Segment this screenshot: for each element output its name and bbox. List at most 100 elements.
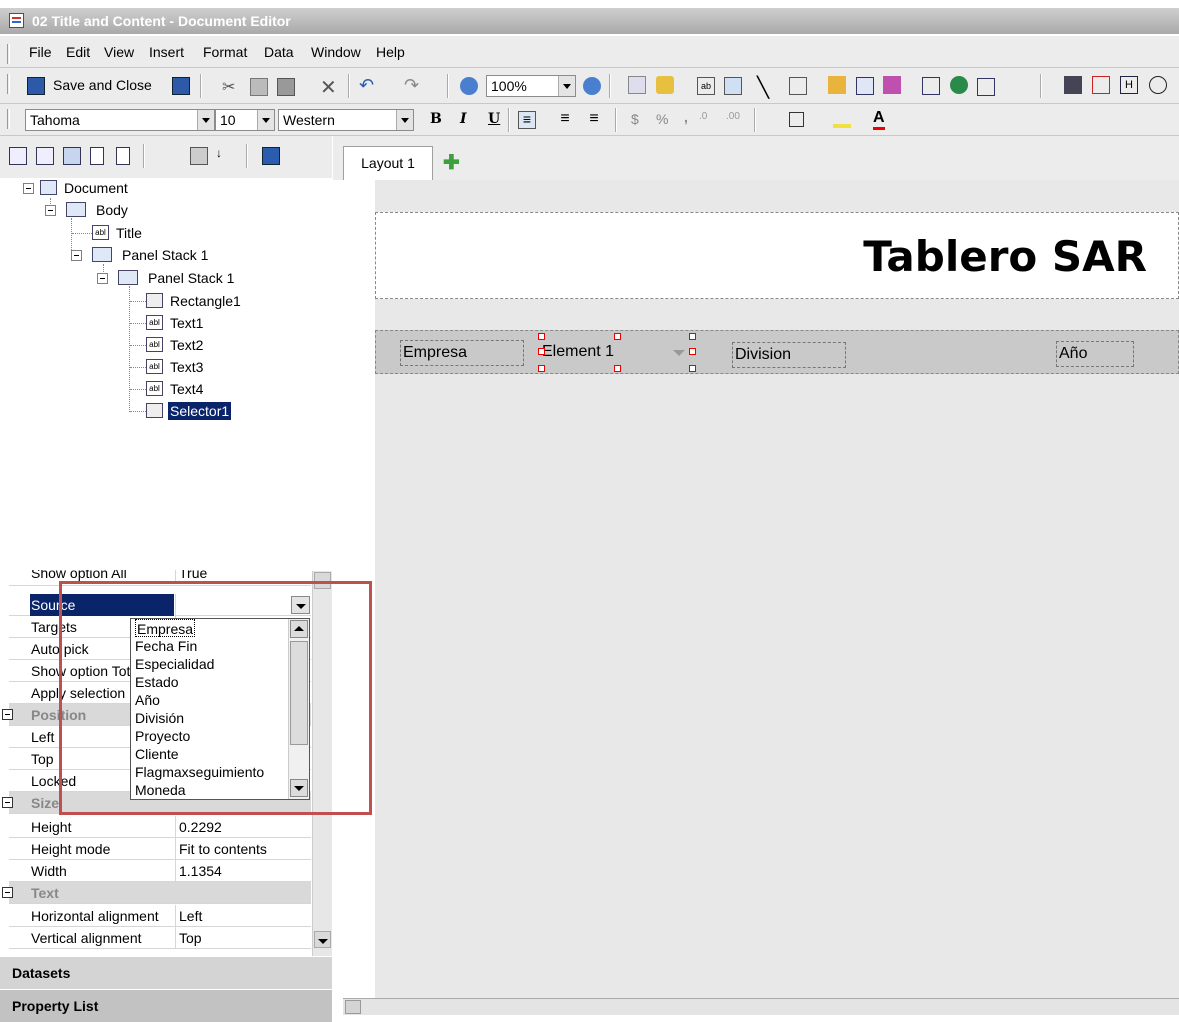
collapse-icon[interactable] — [2, 887, 13, 898]
line-tool-icon[interactable]: ╲ — [757, 75, 775, 99]
chevron-down-icon[interactable] — [673, 350, 685, 356]
resize-handle[interactable] — [538, 333, 545, 340]
selector-tool-icon[interactable] — [977, 78, 995, 96]
redo-icon[interactable]: ↷ — [404, 75, 422, 95]
menu-insert[interactable]: Insert — [149, 44, 184, 60]
halign-field[interactable]: Left — [175, 905, 311, 927]
valign-field[interactable]: Top — [175, 927, 311, 949]
layout-single-icon[interactable] — [9, 147, 27, 165]
menu-format[interactable]: Format — [203, 44, 247, 60]
menu-view[interactable]: View — [104, 44, 134, 60]
toolbar-grip[interactable] — [7, 109, 10, 129]
resize-handle[interactable] — [614, 365, 621, 372]
collapse-icon[interactable] — [2, 797, 13, 808]
pointer-tool-icon[interactable] — [628, 76, 646, 94]
scroll-left-button[interactable] — [345, 1000, 361, 1014]
rectangle-tool-icon[interactable] — [789, 77, 807, 95]
page-area[interactable] — [375, 180, 1179, 1000]
italic-button[interactable]: I — [460, 111, 467, 127]
resize-handle[interactable] — [614, 333, 621, 340]
collapse-icon[interactable] — [23, 183, 34, 194]
underline-button[interactable]: U — [488, 111, 500, 127]
add-layout-icon[interactable]: ✚ — [443, 150, 460, 175]
decrease-decimal-icon[interactable]: .00 — [726, 111, 744, 129]
collapse-icon[interactable] — [45, 205, 56, 216]
tab-layout-1[interactable]: Layout 1 — [343, 146, 433, 180]
fill-color-icon[interactable] — [833, 110, 851, 128]
paste-icon[interactable] — [277, 78, 295, 96]
chart-tool-icon[interactable] — [828, 76, 846, 94]
width-field[interactable]: 1.1354 — [175, 860, 311, 882]
resize-handle[interactable] — [538, 348, 545, 355]
panel-tool-icon[interactable] — [922, 77, 940, 95]
layout-left-icon[interactable] — [90, 147, 104, 165]
prop-row-height[interactable]: Height 0.2292 — [9, 816, 311, 838]
chevron-down-icon[interactable] — [257, 110, 274, 130]
layout-split-horizontal-icon[interactable] — [63, 147, 81, 165]
font-color-button[interactable]: A — [873, 109, 885, 130]
zoom-in-icon[interactable] — [583, 77, 601, 95]
align-left-icon[interactable]: ≡ — [518, 111, 536, 129]
menu-file[interactable]: File — [29, 44, 52, 60]
chevron-down-icon[interactable] — [197, 110, 214, 130]
save-button[interactable] — [172, 77, 190, 95]
resize-handle[interactable] — [689, 348, 696, 355]
increase-decimal-icon[interactable]: .0 — [699, 111, 717, 129]
delete-icon[interactable]: ✕ — [320, 75, 338, 99]
height-mode-field[interactable]: Fit to contents — [175, 838, 311, 860]
element-selector[interactable]: Element 1 — [540, 340, 694, 366]
menu-help[interactable]: Help — [376, 44, 405, 60]
collapse-icon[interactable] — [71, 250, 82, 261]
canvas-horizontal-scrollbar[interactable] — [343, 998, 1179, 1015]
prop-row-vertical-alignment[interactable]: Vertical alignment Top — [9, 927, 311, 949]
graph-tool-icon[interactable] — [883, 76, 901, 94]
save-and-close-button[interactable]: Save and Close — [53, 77, 152, 93]
percent-button[interactable]: % — [656, 111, 668, 127]
undo-icon[interactable]: ↶ — [359, 75, 377, 95]
property-list-panel-header[interactable]: Property List — [0, 989, 332, 1022]
division-label[interactable]: Division — [732, 342, 846, 368]
align-center-icon[interactable]: ≡ — [556, 111, 574, 129]
toolbar-grip[interactable] — [7, 74, 10, 94]
resize-handle[interactable] — [689, 333, 696, 340]
charset-select[interactable]: Western — [278, 109, 414, 131]
menu-window[interactable]: Window — [311, 44, 361, 60]
prop-row-height-mode[interactable]: Height mode Fit to contents — [9, 838, 311, 860]
zoom-select[interactable]: 100% — [486, 75, 576, 97]
flash-icon[interactable] — [1149, 76, 1167, 94]
sort-alpha-icon[interactable]: ↓ — [216, 146, 234, 164]
anio-label[interactable]: Año — [1056, 341, 1134, 367]
help-icon[interactable] — [262, 147, 280, 165]
prop-row-horizontal-alignment[interactable]: Horizontal alignment Left — [9, 905, 311, 927]
prop-row-width[interactable]: Width 1.1354 — [9, 860, 311, 882]
export-icon[interactable] — [1064, 76, 1082, 94]
datasets-panel-header[interactable]: Datasets — [0, 956, 332, 989]
cut-icon[interactable]: ✂ — [222, 77, 240, 96]
font-family-select[interactable]: Tahoma — [25, 109, 215, 131]
menu-data[interactable]: Data — [264, 44, 294, 60]
bold-button[interactable]: B — [430, 111, 442, 127]
resize-handle[interactable] — [689, 365, 696, 372]
height-field[interactable]: 0.2292 — [175, 816, 311, 838]
empresa-label[interactable]: Empresa — [400, 340, 524, 366]
comma-button[interactable]: , — [684, 109, 688, 125]
web-tool-icon[interactable] — [950, 76, 968, 94]
categorized-icon[interactable] — [190, 147, 208, 165]
filter-panel[interactable]: Empresa Element 1 Division Año — [375, 330, 1179, 374]
chevron-down-icon[interactable] — [558, 76, 575, 96]
html-icon[interactable]: H — [1120, 76, 1138, 94]
resize-handle[interactable] — [538, 365, 545, 372]
lock-icon[interactable] — [656, 76, 674, 94]
text-tool-icon[interactable]: ab — [697, 77, 715, 95]
toolbar-grip[interactable] — [7, 44, 10, 64]
zoom-out-icon[interactable] — [460, 77, 478, 95]
table-tool-icon[interactable] — [856, 77, 874, 95]
layout-split-vertical-icon[interactable] — [36, 147, 54, 165]
border-icon[interactable] — [789, 112, 804, 127]
image-tool-icon[interactable] — [724, 77, 742, 95]
pdf-icon[interactable] — [1092, 76, 1110, 94]
font-size-select[interactable]: 10 — [215, 109, 275, 131]
collapse-icon[interactable] — [2, 709, 13, 720]
collapse-icon[interactable] — [97, 273, 108, 284]
copy-icon[interactable] — [250, 78, 268, 96]
